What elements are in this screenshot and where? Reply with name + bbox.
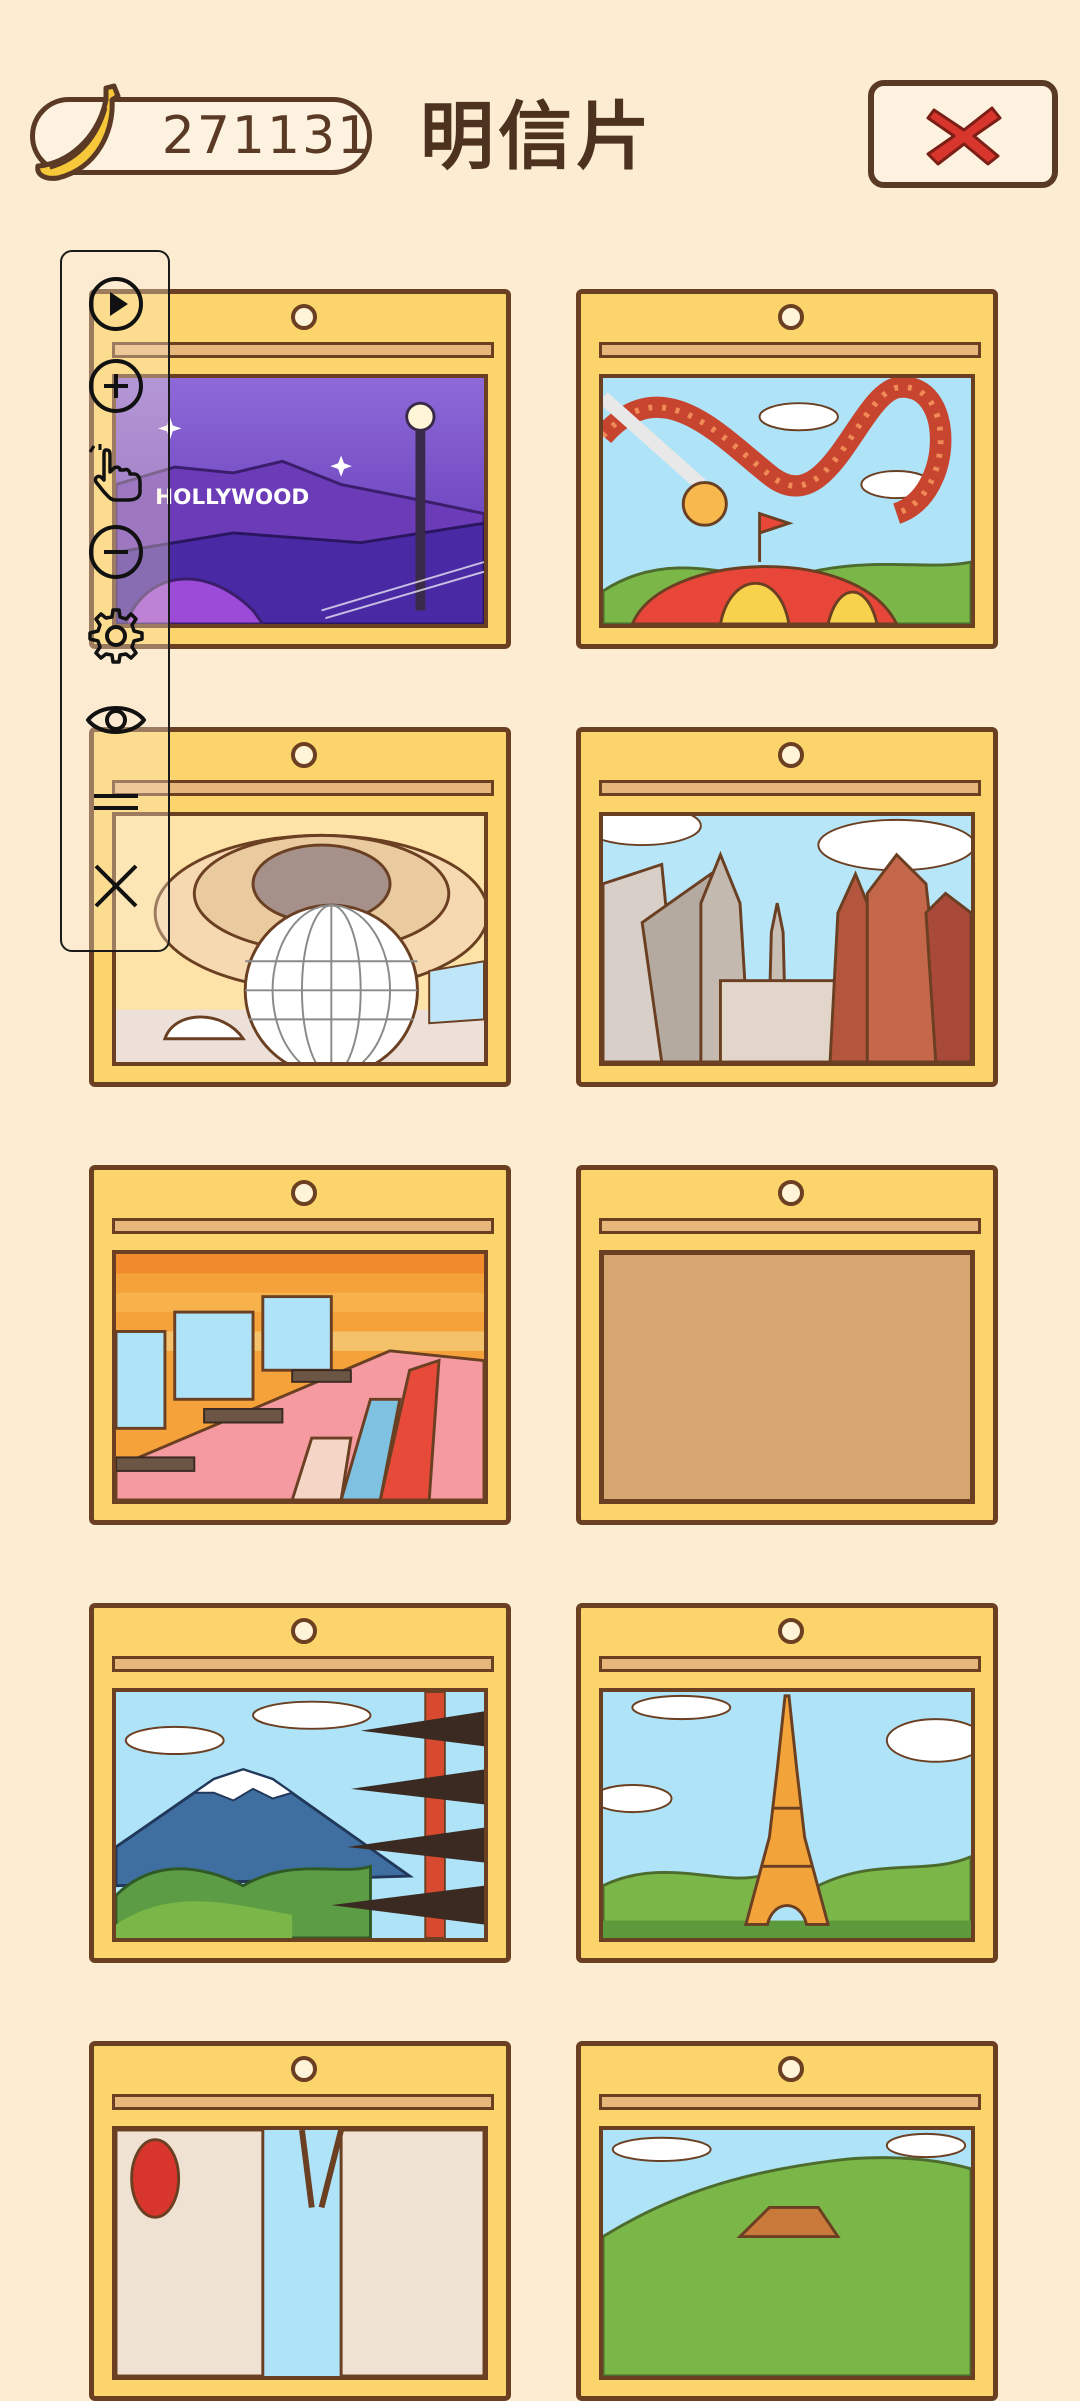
postcard-image-locked [599,1250,975,1504]
postcard-amusement-park[interactable] [576,289,998,649]
banana-icon [35,83,121,181]
close-button[interactable] [868,80,1058,188]
postcard-old-street[interactable] [89,2041,511,2401]
close-x-icon [926,106,1002,166]
postcard-mount-fuji[interactable] [89,1603,511,1963]
card-pin [291,1618,317,1644]
card-bar [599,1218,981,1234]
card-bar [599,780,981,796]
postcard-eiffel-tower[interactable] [576,1603,998,1963]
close-icon [94,864,138,908]
card-pin [778,2056,804,2082]
floating-toolbar [60,250,170,952]
card-bar [112,2094,494,2110]
postcard-image-internet-cafe [112,1250,488,1504]
zoom-out-button[interactable] [86,522,146,582]
postcard-image-city [599,812,975,1066]
card-pin [291,304,317,330]
postcard-image-eiffel-tower [599,1688,975,1942]
card-pin [778,1618,804,1644]
card-bar [112,1218,494,1234]
banana-count: 271131 [161,106,373,166]
postcard-image-old-street [112,2126,488,2380]
postcard-countryside[interactable] [576,2041,998,2401]
view-button[interactable] [85,690,147,750]
zoom-in-button[interactable] [86,356,146,416]
hand-pointer-button[interactable] [86,442,146,502]
card-bar [599,342,981,358]
play-button[interactable] [86,274,146,334]
hollywood-sign: HOLLYWOOD [155,485,309,510]
postcard-image-amusement-park [599,374,975,628]
card-pin [291,742,317,768]
eye-icon [85,706,147,734]
menu-icon [94,794,138,810]
card-bar [599,2094,981,2110]
zoom-out-icon [89,525,143,579]
play-icon [89,277,143,331]
hand-pointer-icon [88,444,142,502]
card-pin [778,742,804,768]
page-title: 明信片 [420,94,654,180]
postcard-image-mount-fuji [112,1688,488,1942]
gear-icon [88,608,144,664]
menu-button[interactable] [86,772,146,832]
zoom-in-icon [89,359,143,413]
top-bar: 271131 明信片 [0,0,1080,240]
postcard-image-countryside [599,2126,975,2380]
toolbar-close-button[interactable] [86,856,146,916]
card-pin [778,304,804,330]
postcard-locked[interactable] [576,1165,998,1525]
postcard-internet-cafe[interactable] [89,1165,511,1525]
card-pin [291,1180,317,1206]
card-pin [291,2056,317,2082]
settings-button[interactable] [86,606,146,666]
card-bar [112,1656,494,1672]
postcard-city[interactable] [576,727,998,1087]
card-bar [599,1656,981,1672]
card-pin [778,1180,804,1206]
